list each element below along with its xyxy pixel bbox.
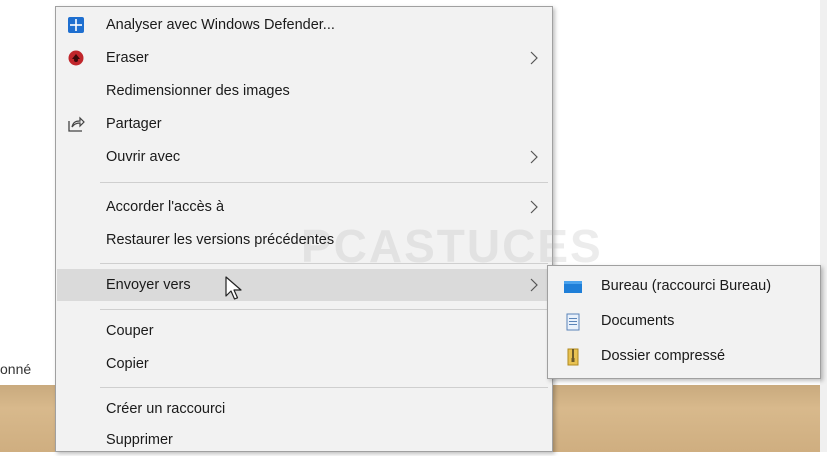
menu-item-cut[interactable]: Couper bbox=[57, 315, 551, 347]
menu-separator bbox=[100, 263, 548, 264]
background-partial-text: onné bbox=[0, 361, 32, 377]
menu-separator bbox=[100, 387, 548, 388]
menu-separator bbox=[100, 309, 548, 310]
menu-item-resize-images[interactable]: Redimensionner des images bbox=[57, 75, 551, 107]
submenu-item-zip-folder[interactable]: Dossier compressé bbox=[549, 340, 819, 374]
desktop-icon bbox=[563, 278, 583, 296]
menu-item-windows-defender[interactable]: Analyser avec Windows Defender... bbox=[57, 9, 551, 41]
menu-item-give-access[interactable]: Accorder l'accès à bbox=[57, 191, 551, 223]
menu-item-label: Analyser avec Windows Defender... bbox=[106, 17, 335, 33]
submenu-item-label: Dossier compressé bbox=[601, 348, 726, 364]
eraser-icon bbox=[67, 49, 85, 67]
mouse-cursor-icon bbox=[225, 276, 242, 300]
chevron-right-icon bbox=[530, 200, 538, 214]
menu-item-label: Accorder l'accès à bbox=[106, 199, 225, 215]
submenu-item-documents[interactable]: Documents bbox=[549, 305, 819, 339]
menu-separator bbox=[100, 182, 548, 183]
share-icon bbox=[67, 115, 85, 133]
send-to-submenu: Bureau (raccourci Bureau) Documents Doss… bbox=[547, 265, 821, 379]
zip-folder-icon bbox=[563, 348, 583, 366]
windows-defender-icon bbox=[67, 16, 85, 34]
menu-item-label: Envoyer vers bbox=[106, 277, 191, 293]
context-menu: PCASTUCES Analyser avec Windows Defender… bbox=[55, 6, 601, 452]
menu-item-label: Partager bbox=[106, 116, 162, 132]
menu-item-open-with[interactable]: Ouvrir avec bbox=[57, 141, 551, 173]
chevron-right-icon bbox=[530, 150, 538, 164]
menu-item-eraser[interactable]: Eraser bbox=[57, 42, 551, 74]
window-edge bbox=[820, 0, 827, 452]
menu-item-label: Couper bbox=[106, 323, 154, 339]
menu-item-share[interactable]: Partager bbox=[57, 108, 551, 140]
submenu-item-label: Bureau (raccourci Bureau) bbox=[601, 278, 772, 294]
submenu-item-desktop[interactable]: Bureau (raccourci Bureau) bbox=[549, 270, 819, 304]
menu-item-copy[interactable]: Copier bbox=[57, 348, 551, 380]
menu-item-label: Copier bbox=[106, 356, 149, 372]
documents-icon bbox=[563, 313, 583, 331]
chevron-right-icon bbox=[530, 51, 538, 65]
menu-item-label: Supprimer bbox=[106, 432, 173, 448]
menu-item-delete[interactable]: Supprimer bbox=[57, 424, 551, 456]
chevron-right-icon bbox=[530, 278, 538, 292]
menu-item-label: Ouvrir avec bbox=[106, 149, 181, 165]
menu-item-restore-versions[interactable]: Restaurer les versions précédentes bbox=[57, 224, 551, 256]
menu-item-label: Créer un raccourci bbox=[106, 401, 226, 417]
menu-item-create-shortcut[interactable]: Créer un raccourci bbox=[57, 393, 551, 425]
menu-item-label: Eraser bbox=[106, 50, 149, 66]
menu-item-label: Restaurer les versions précédentes bbox=[106, 232, 335, 248]
menu-item-send-to[interactable]: Envoyer vers bbox=[57, 269, 551, 301]
submenu-item-label: Documents bbox=[601, 313, 675, 329]
menu-item-label: Redimensionner des images bbox=[106, 83, 290, 99]
